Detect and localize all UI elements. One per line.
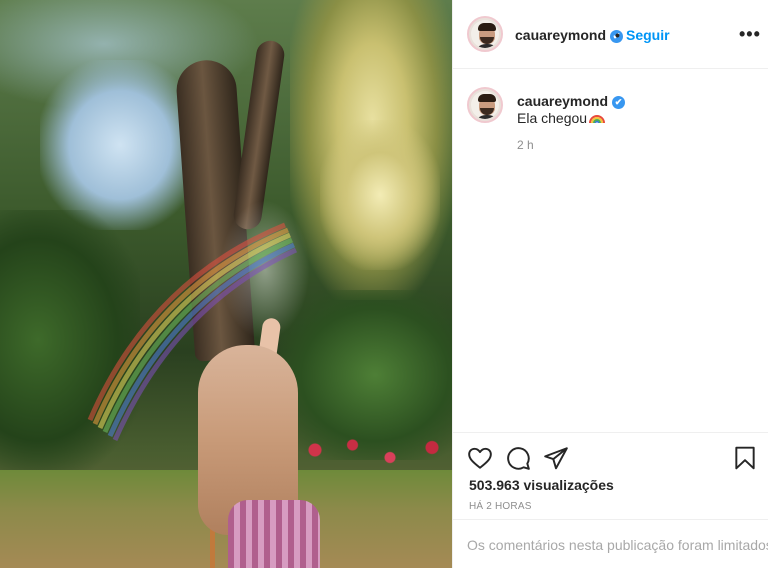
caption-timestamp[interactable]: 2 h xyxy=(517,138,534,152)
caption-username-link[interactable]: cauareymond ✔ xyxy=(517,93,626,109)
avatar-hair xyxy=(478,23,496,31)
avatar-shirt xyxy=(474,44,499,48)
media-child-dress xyxy=(228,500,320,568)
avatar-shirt xyxy=(474,115,499,119)
avatar-photo xyxy=(471,91,499,119)
header-username-link[interactable]: cauareymond ✔ xyxy=(515,27,624,43)
heart-icon[interactable] xyxy=(467,445,493,471)
post-sidebar: cauareymond ✔ • Seguir ••• cauareymond ✔ E… xyxy=(452,0,768,568)
caption-username[interactable]: cauareymond xyxy=(517,93,608,109)
caption-text-content: Ela chegou xyxy=(517,110,588,126)
comment-icon-svg xyxy=(507,447,530,470)
bookmark-icon-svg xyxy=(735,446,755,470)
bookmark-icon[interactable] xyxy=(732,445,758,471)
more-options-icon[interactable]: ••• xyxy=(739,24,761,45)
follow-button[interactable]: Seguir xyxy=(626,27,670,43)
post-header: cauareymond ✔ • Seguir ••• xyxy=(453,0,768,69)
heart-icon-svg xyxy=(468,447,492,469)
post-actions: 503.963 visualizações HÁ 2 HORAS Os come… xyxy=(453,432,768,568)
share-icon[interactable] xyxy=(543,445,569,471)
avatar[interactable] xyxy=(467,16,503,52)
post-media[interactable] xyxy=(0,0,452,568)
caption-text: Ela chegou xyxy=(517,110,606,126)
comments-limited-notice: Os comentários nesta publicação foram li… xyxy=(453,519,768,568)
avatar-hair xyxy=(478,94,496,102)
separator-dot: • xyxy=(615,27,620,43)
verified-badge-icon: ✔ xyxy=(612,96,626,109)
views-count[interactable]: 503.963 visualizações xyxy=(469,477,614,493)
comment-icon[interactable] xyxy=(505,445,531,471)
header-username[interactable]: cauareymond xyxy=(515,27,606,43)
share-icon-svg xyxy=(544,447,568,470)
comments-limited-text: Os comentários nesta publicação foram li… xyxy=(467,537,768,553)
caption-avatar[interactable] xyxy=(467,87,503,123)
avatar-photo xyxy=(471,20,499,48)
post-date[interactable]: HÁ 2 HORAS xyxy=(469,501,532,512)
rainbow-emoji-icon xyxy=(589,115,606,124)
